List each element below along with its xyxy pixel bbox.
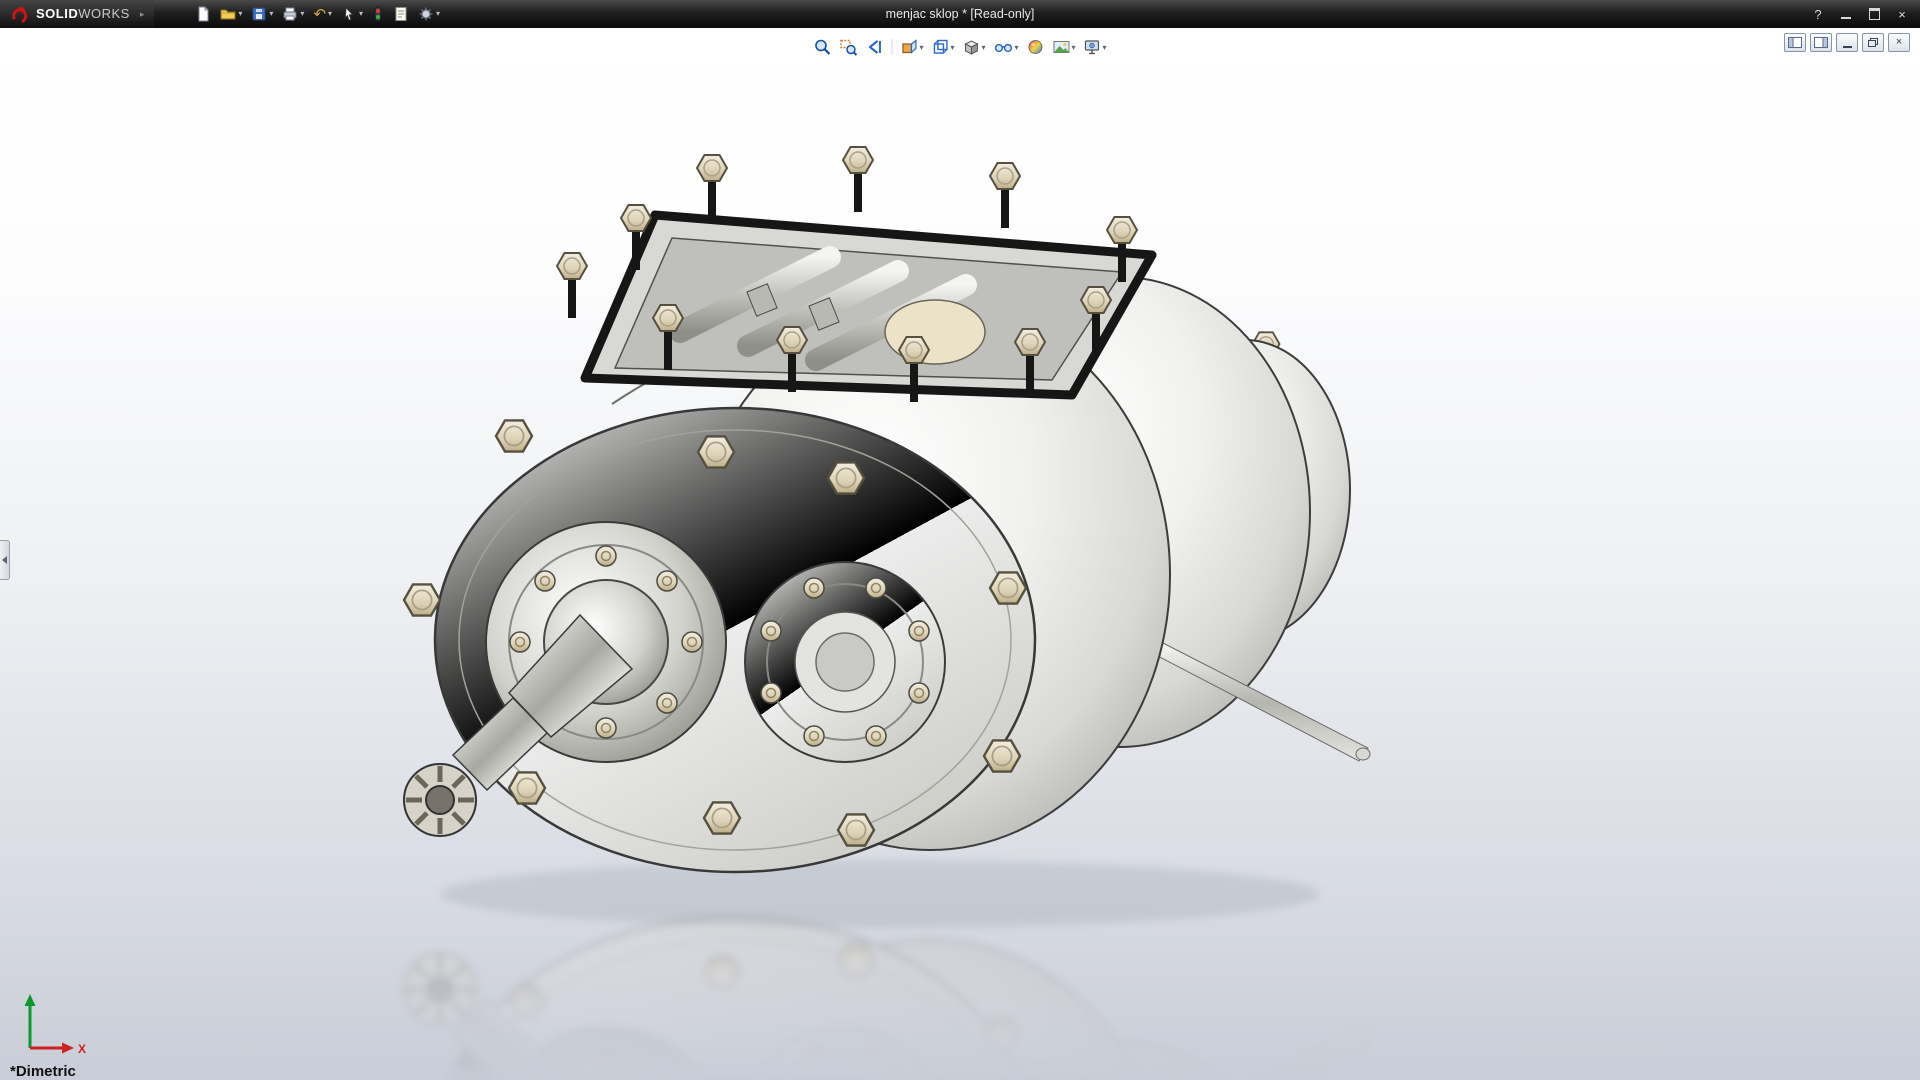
minimize-button[interactable] [1834,5,1858,24]
open-folder-icon [220,6,236,22]
options-gear-icon [418,6,434,22]
view-orientation-button[interactable]: ▾ [929,37,956,57]
dassault-3ds-logo [10,5,30,23]
close-document-button[interactable]: × [1888,33,1910,52]
display-style-caret[interactable]: ▾ [981,43,985,52]
select-button[interactable]: ▾ [338,2,366,26]
view-settings-button[interactable]: ▾ [1082,37,1109,57]
feature-manager-collapsed-tab[interactable] [0,540,10,580]
document-title: menjac sklop * [Read-only] [886,7,1035,21]
display-pane-button[interactable] [1810,33,1832,52]
undo-button[interactable]: ↶ ▾ [310,2,335,26]
gearbox-3d-model [0,28,1920,1080]
edit-appearance-button[interactable] [1025,37,1047,57]
rebuild-stoplight-icon [372,6,384,22]
undo-dropdown-caret[interactable]: ▾ [328,10,332,18]
restore-document-icon [1868,38,1878,47]
zoom-to-area-icon [839,38,857,56]
display-style-button[interactable]: ▾ [960,37,987,57]
print-icon [282,6,298,22]
zoom-to-fit-button[interactable] [811,37,833,57]
heads-up-view-toolbar: ▾ ▾ ▾ ▾ [801,34,1118,60]
close-button[interactable]: × [1890,5,1914,24]
reference-triad: X [16,986,96,1058]
titlebar: SOLIDWORKS ▸ ▾ ▾ [0,0,1920,28]
save-dropdown-caret[interactable]: ▾ [269,10,273,18]
save-floppy-icon [251,6,267,22]
y-axis-arrow [25,994,36,1006]
view-orientation-icon [931,38,949,56]
brand-expand-arrow-icon[interactable]: ▸ [140,9,145,20]
section-view-icon [900,38,918,56]
print-button[interactable]: ▾ [279,2,307,26]
feature-manager-pane-icon [1788,37,1802,48]
minimize-document-icon [1843,46,1852,48]
options-button[interactable]: ▾ [415,2,443,26]
minimize-document-button[interactable] [1836,33,1858,52]
hide-show-items-button[interactable]: ▾ [992,37,1021,57]
panel-expand-arrow-icon [2,556,7,564]
view-orientation-label: *Dimetric [10,1063,76,1080]
restore-document-button[interactable] [1862,33,1884,52]
apply-scene-caret[interactable]: ▾ [1072,43,1076,52]
display-style-icon [962,38,980,56]
select-dropdown-caret[interactable]: ▾ [359,10,363,18]
section-view-button[interactable]: ▾ [898,37,925,57]
previous-view-button[interactable] [863,37,885,57]
hud-separator [891,39,892,55]
view-settings-caret[interactable]: ▾ [1103,43,1107,52]
section-view-caret[interactable]: ▾ [919,43,923,52]
document-window-controls: × [1784,33,1910,52]
apply-scene-button[interactable]: ▾ [1051,37,1078,57]
file-properties-icon [393,6,409,22]
open-button[interactable]: ▾ [217,2,245,26]
print-dropdown-caret[interactable]: ▾ [300,10,304,18]
help-button[interactable]: ? [1806,5,1830,24]
select-cursor-icon [341,6,357,22]
rebuild-button[interactable] [369,2,387,26]
window-controls: ? × [1806,0,1914,28]
view-settings-icon [1084,38,1102,56]
apply-scene-icon [1053,38,1071,56]
x-axis-arrow [62,1043,74,1054]
maximize-button[interactable] [1862,5,1886,24]
app-brand: SOLIDWORKS ▸ [0,0,154,28]
edit-appearance-icon [1027,38,1045,56]
open-dropdown-caret[interactable]: ▾ [238,10,242,18]
hide-show-items-caret[interactable]: ▾ [1015,43,1019,52]
graphics-viewport[interactable]: ▾ ▾ ▾ ▾ [0,28,1920,1080]
new-document-button[interactable] [192,2,214,26]
zoom-to-area-button[interactable] [837,37,859,57]
brand-text-works: WORKS [78,6,130,21]
model-reflection [404,918,1370,1080]
maximize-icon [1869,8,1880,20]
x-axis-label: X [78,1042,86,1056]
save-button[interactable]: ▾ [248,2,276,26]
view-orientation-caret[interactable]: ▾ [950,43,954,52]
hide-show-items-icon [994,38,1014,56]
main-toolbar: ▾ ▾ ▾ ↶ ▾ ▾ [192,2,443,26]
options-dropdown-caret[interactable]: ▾ [436,10,440,18]
file-properties-button[interactable] [390,2,412,26]
undo-icon: ↶ [313,7,326,22]
feature-manager-pane-button[interactable] [1784,33,1806,52]
previous-view-icon [865,38,883,56]
zoom-to-fit-icon [813,38,831,56]
brand-text-solid: SOLID [36,6,78,21]
new-document-icon [195,6,211,22]
minimize-icon [1841,17,1851,19]
display-pane-icon [1814,37,1828,48]
